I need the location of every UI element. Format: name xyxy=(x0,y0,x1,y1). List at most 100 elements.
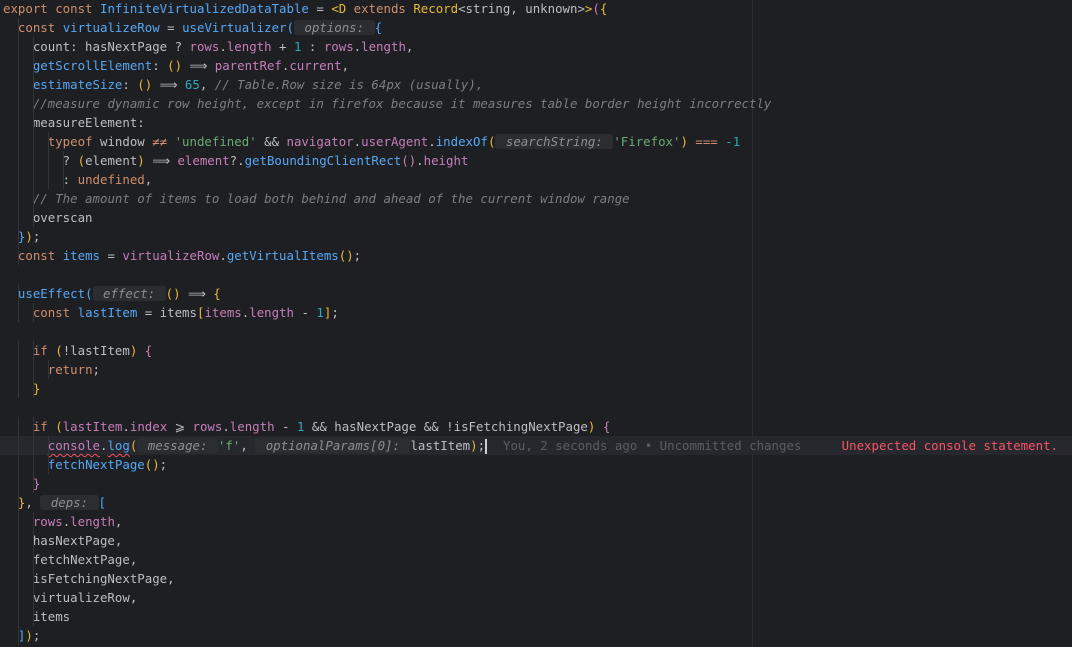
code-token: const xyxy=(32,305,78,320)
code-token: return xyxy=(47,362,93,377)
code-token: ⟹ xyxy=(182,58,215,73)
code-token: fetchNextPage xyxy=(47,457,145,472)
code-token: . xyxy=(428,134,436,149)
lint-error-message[interactable]: Unexpected console statement. xyxy=(842,436,1058,455)
indent-guide xyxy=(33,132,34,151)
code-line-19[interactable]: if (!lastItem) { xyxy=(0,341,1072,360)
code-line-1[interactable]: export const InfiniteVirtualizedDataTabl… xyxy=(0,0,1072,18)
code-line-25[interactable]: fetchNextPage(); xyxy=(0,455,1072,474)
code-line-21[interactable]: } xyxy=(0,379,1072,398)
code-token: () xyxy=(167,58,183,73)
code-token: 'f' xyxy=(217,438,241,453)
code-editor[interactable]: export const InfiniteVirtualizedDataTabl… xyxy=(0,0,1072,647)
indent-guide xyxy=(33,75,34,94)
code-token: = xyxy=(100,248,123,263)
indent-guide xyxy=(18,474,19,493)
code-line-9[interactable]: ? (element) ⟹ element?.getBoundingClient… xyxy=(0,151,1072,170)
code-token: element xyxy=(85,153,138,168)
indent-guide xyxy=(18,37,19,56)
indent-guide xyxy=(18,607,19,626)
code-line-6[interactable]: //measure dynamic row height, except in … xyxy=(0,94,1072,113)
code-line-23[interactable]: if (lastItem.index ⩾ rows.length - 1 && … xyxy=(0,417,1072,436)
code-token: navigator xyxy=(286,134,354,149)
code-token: , xyxy=(144,172,153,187)
code-token: length xyxy=(249,305,294,320)
code-token: element xyxy=(177,153,230,168)
code-line-5[interactable]: estimateSize: () ⟹ 65, // Table.Row size… xyxy=(0,75,1072,94)
code-line-4[interactable]: getScrollElement: () ⟹ parentRef.current… xyxy=(0,56,1072,75)
code-token: , xyxy=(240,438,256,453)
code-token: const xyxy=(17,20,63,35)
code-token: items xyxy=(204,305,242,320)
code-token: + xyxy=(271,39,294,54)
code-line-32[interactable]: virtualizeRow, xyxy=(0,588,1072,607)
indent-guide xyxy=(18,94,19,113)
git-blame-annotation[interactable]: You, 2 seconds ago • Uncommitted changes xyxy=(503,436,801,455)
indent-guide xyxy=(33,550,34,569)
code-token: ≠≠ xyxy=(152,134,175,149)
code-token: : xyxy=(152,58,168,73)
code-token: ; xyxy=(92,362,100,377)
code-token: hasNextPage, xyxy=(3,533,123,548)
indent-guide xyxy=(33,56,34,75)
code-line-15[interactable] xyxy=(0,265,1072,284)
code-line-13[interactable]: }); xyxy=(0,227,1072,246)
indent-guide xyxy=(33,455,34,474)
indent-guide xyxy=(48,151,49,170)
indent-guide xyxy=(18,56,19,75)
code-line-34[interactable]: ]); xyxy=(0,626,1072,645)
indent-guide xyxy=(33,474,34,493)
code-line-17[interactable]: const lastItem = items[items.length - 1]… xyxy=(0,303,1072,322)
code-line-27[interactable]: }, deps: [ xyxy=(0,493,1072,512)
code-line-10[interactable]: : undefined, xyxy=(0,170,1072,189)
code-line-3[interactable]: count: hasNextPage ? rows.length + 1 : r… xyxy=(0,37,1072,56)
code-line-22[interactable] xyxy=(0,398,1072,417)
code-line-7[interactable]: measureElement: xyxy=(0,113,1072,132)
code-line-26[interactable]: } xyxy=(0,474,1072,493)
code-token: ) xyxy=(470,438,478,453)
code-token: InfiniteVirtualizedDataTable xyxy=(99,1,309,16)
indent-guide xyxy=(33,113,34,132)
code-token: () xyxy=(144,457,160,472)
code-token: () xyxy=(338,248,354,263)
code-line-31[interactable]: isFetchingNextPage, xyxy=(0,569,1072,588)
code-line-29[interactable]: hasNextPage, xyxy=(0,531,1072,550)
code-token: items xyxy=(3,609,71,624)
indent-guide xyxy=(18,588,19,607)
code-line-16[interactable]: useEffect( effect: () ⟹ { xyxy=(0,284,1072,303)
code-line-30[interactable]: fetchNextPage, xyxy=(0,550,1072,569)
code-token: { xyxy=(213,286,221,301)
code-line-24[interactable]: console.log( message: 'f', optionalParam… xyxy=(0,436,1072,455)
code-token: < xyxy=(331,1,339,16)
code-line-8[interactable]: typeof window ≠≠ 'undefined' && navigato… xyxy=(0,132,1072,151)
code-line-14[interactable]: const items = virtualizeRow.getVirtualIt… xyxy=(0,246,1072,265)
code-line-2[interactable]: const virtualizeRow = useVirtualizer( op… xyxy=(0,18,1072,37)
code-token: count: hasNextPage ? xyxy=(3,39,190,54)
code-token: lastItem xyxy=(77,305,138,320)
indent-guide xyxy=(33,417,34,436)
code-token: lastItem xyxy=(62,419,123,434)
code-token: , xyxy=(199,77,215,92)
code-line-28[interactable]: rows.length, xyxy=(0,512,1072,531)
code-token: () xyxy=(401,153,417,168)
code-token: ; xyxy=(477,438,486,453)
code-line-12[interactable]: overscan xyxy=(0,208,1072,227)
parameter-hint: optionalParams[0]: xyxy=(255,438,411,453)
code-line-20[interactable]: return; xyxy=(0,360,1072,379)
indent-guide xyxy=(48,455,49,474)
code-token: extends xyxy=(353,1,414,16)
code-token: () xyxy=(165,286,181,301)
code-line-33[interactable]: items xyxy=(0,607,1072,626)
code-token: ?. xyxy=(229,153,245,168)
code-line-11[interactable]: // The amount of items to load both behi… xyxy=(0,189,1072,208)
code-token: measureElement: xyxy=(3,115,145,130)
code-token: ) xyxy=(137,153,145,168)
parameter-hint: effect: xyxy=(92,286,166,301)
code-token: ; xyxy=(32,229,41,244)
code-token: rows xyxy=(189,39,220,54)
code-line-18[interactable] xyxy=(0,322,1072,341)
